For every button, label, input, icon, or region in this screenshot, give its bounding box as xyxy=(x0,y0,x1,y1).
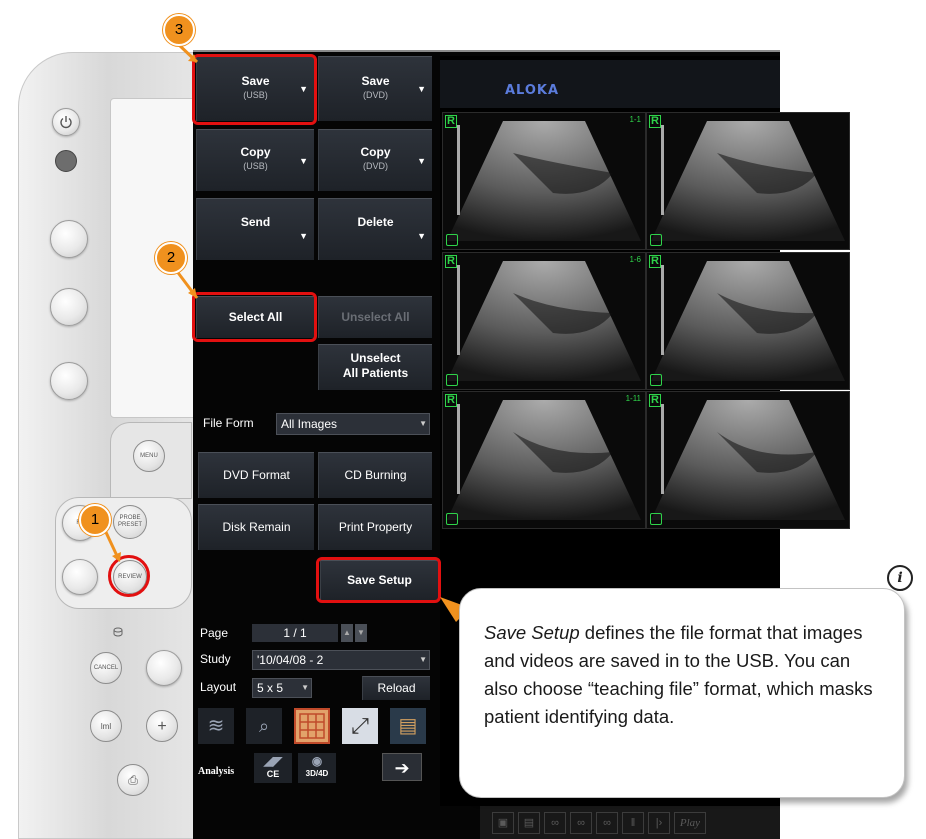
step-3-badge: 3 xyxy=(163,14,195,46)
save-setup-info-box: Save Setup defines the file format that … xyxy=(459,588,905,798)
info-emphasis: Save Setup xyxy=(484,622,580,643)
step-2-badge: 2 xyxy=(155,242,187,274)
info-icon: i xyxy=(887,565,913,591)
step-1-badge: 1 xyxy=(79,504,111,536)
